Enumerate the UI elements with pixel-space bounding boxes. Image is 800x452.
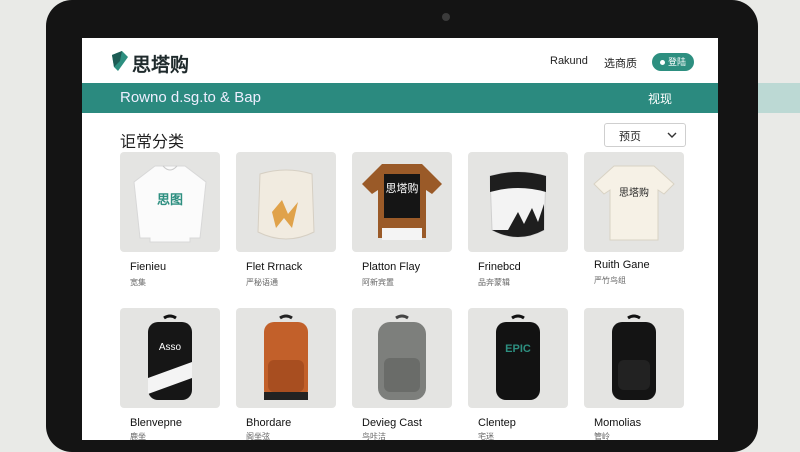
logo-icon: [112, 51, 128, 71]
sweater-icon: 思图: [133, 165, 207, 243]
chevron-down-icon[interactable]: [584, 92, 594, 102]
sort-label: 预页: [619, 131, 641, 143]
product-image-backpack-black[interactable]: Asso: [120, 308, 220, 408]
product-image-cream-tee[interactable]: 思塔购: [584, 152, 684, 252]
print-text: EPIC: [505, 343, 531, 355]
product-subtitle: 严竹鸟组: [594, 276, 626, 285]
tshirt-icon: 思塔购: [362, 164, 442, 240]
product-name[interactable]: Ruith Gane: [594, 259, 650, 271]
product-subtitle: 管岭: [594, 432, 610, 440]
backpack-icon: Asso: [148, 314, 192, 400]
bag-icon: [257, 169, 315, 240]
section-title: 讵常分类: [120, 134, 185, 151]
print-text: 思塔购: [386, 181, 419, 195]
product-image-tote[interactable]: [468, 152, 568, 252]
backpack-icon: [378, 314, 426, 400]
product-name[interactable]: Fienieu: [130, 261, 166, 273]
product-name[interactable]: Bhordare: [246, 417, 291, 429]
print-text: 思图: [157, 192, 183, 207]
product-subtitle: 宅迷: [478, 432, 494, 440]
product-name[interactable]: Clentep: [478, 417, 516, 429]
product-subtitle: 鸟咔洁: [362, 432, 386, 440]
product-image-sweater[interactable]: 思图: [120, 152, 220, 252]
product-image-tee[interactable]: 思塔购: [352, 152, 452, 252]
logo-text[interactable]: 思塔购: [132, 50, 189, 77]
backpack-icon: [264, 314, 308, 400]
product-name[interactable]: Momolias: [594, 417, 641, 429]
bag-icon: [489, 171, 547, 238]
product-image-backpack-epic[interactable]: EPIC: [468, 308, 568, 408]
product-image-backpack-orange[interactable]: [236, 308, 336, 408]
product-name[interactable]: Platton Flay: [362, 261, 420, 273]
product-name[interactable]: Frinebcd: [478, 261, 521, 273]
product-image-sack[interactable]: [236, 152, 336, 252]
product-image-backpack-grey[interactable]: [352, 308, 452, 408]
login-button[interactable]: 登陆: [652, 53, 694, 71]
product-image-backpack-dark[interactable]: [584, 308, 684, 408]
product-subtitle: 品奔蒙辑: [478, 278, 510, 287]
backpack-icon: EPIC: [496, 314, 540, 400]
user-dot-icon: [659, 60, 665, 66]
product-subtitle: 阿新宾置: [362, 278, 394, 287]
product-name[interactable]: Flet Rrnack: [246, 261, 302, 273]
product-subtitle: 宽集: [130, 278, 146, 287]
backpack-icon: [612, 314, 656, 400]
screen: 思塔购 Rakund 选商质 登陆 Rowno d.sg.to & Bap 视现…: [82, 38, 718, 440]
product-name[interactable]: Blenvepne: [130, 417, 182, 429]
print-text: 思塔购: [619, 186, 649, 199]
sort-dropdown[interactable]: 预页: [604, 123, 686, 147]
login-label: 登陆: [667, 57, 686, 67]
search-banner: Rowno d.sg.to & Bap 视现: [82, 83, 718, 113]
search-button[interactable]: 视现: [648, 90, 672, 107]
product-subtitle: 鹿坐: [130, 432, 146, 440]
webcam-icon: [442, 13, 450, 21]
top-navigation: 思塔购 Rakund 选商质 登陆: [82, 38, 718, 84]
product-name[interactable]: Devieg Cast: [362, 417, 422, 429]
chevron-down-icon: [667, 132, 677, 138]
nav-link-rakund[interactable]: Rakund: [550, 55, 588, 67]
nav-link-select[interactable]: 选商质: [604, 55, 637, 71]
product-subtitle: 严秘语通: [246, 278, 278, 287]
print-text: Asso: [159, 342, 182, 353]
tshirt-icon: 思塔购: [593, 165, 675, 241]
search-input[interactable]: Rowno d.sg.to & Bap: [120, 89, 261, 106]
product-subtitle: 阁坐弦: [246, 432, 270, 440]
